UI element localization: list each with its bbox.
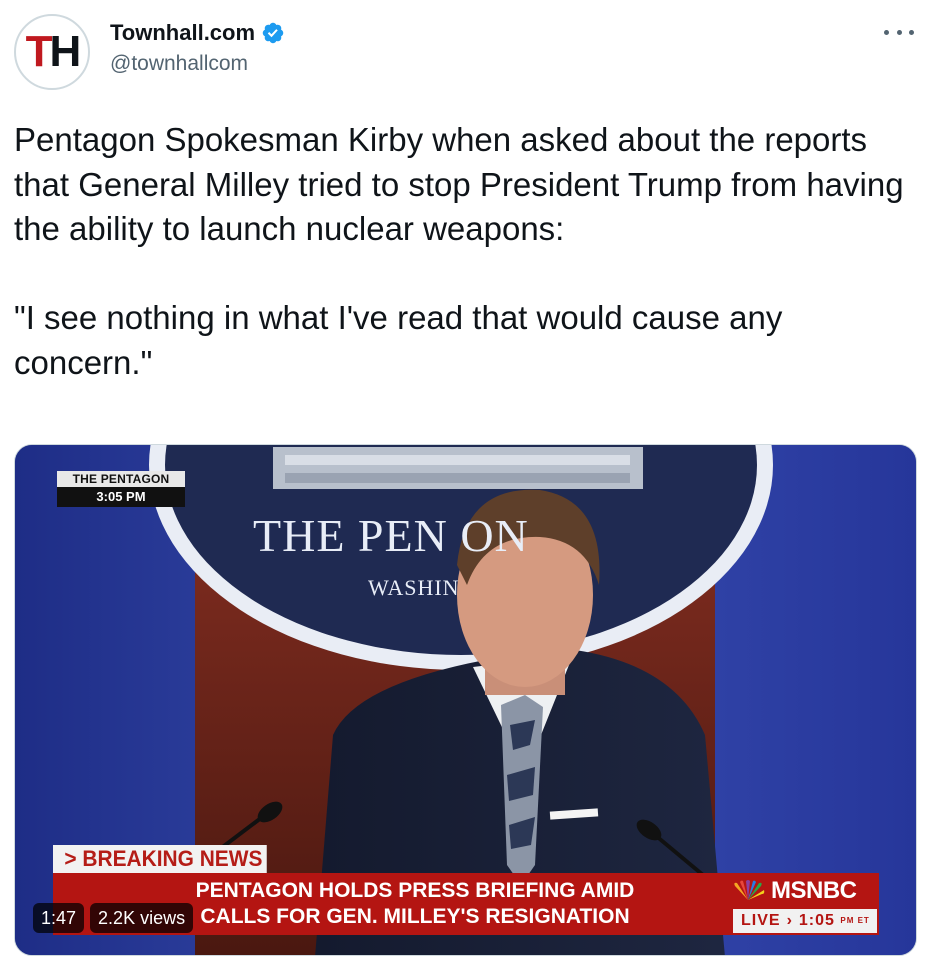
breaking-news-label: > BREAKING NEWS (53, 845, 267, 873)
avatar[interactable]: TH (14, 14, 90, 90)
dot-icon (909, 29, 914, 35)
seal-title: THE PEN ON (253, 510, 529, 561)
live-indicator: LIVE › 1:05 PM ET (733, 909, 877, 933)
display-name[interactable]: Townhall.com (110, 20, 255, 46)
ticker-headline: PENTAGON HOLDS PRESS BRIEFING AMID CALLS… (135, 873, 695, 930)
video-player[interactable]: THE PENTAGON 3:05 PM THE PEN ON WASHIN >… (14, 444, 917, 956)
view-count: 2.2K views (90, 903, 194, 933)
network-logo: MSNBC (731, 877, 876, 905)
video-duration: 1:47 (33, 903, 85, 933)
more-options-icon[interactable] (884, 22, 914, 42)
chevron-right-icon: › (786, 912, 793, 929)
peacock-icon (734, 880, 765, 900)
author-name-row: Townhall.com (110, 20, 285, 46)
network-name: MSNBC (771, 877, 857, 904)
tweet-text: Pentagon Spokesman Kirby when asked abou… (14, 121, 904, 381)
dot-icon (896, 29, 902, 35)
live-timezone: PM ET (840, 916, 870, 925)
location-bug: THE PENTAGON 3:05 PM (57, 471, 185, 509)
seal-subtitle: WASHIN (368, 575, 460, 600)
headline-line-1: PENTAGON HOLDS PRESS BRIEFING AMID (195, 879, 635, 902)
verified-badge-icon (262, 22, 284, 44)
avatar-letter-h: H (49, 27, 82, 76)
headline-line-2: CALLS FOR GEN. MILLEY'S RESIGNATION (200, 905, 630, 928)
location-label: THE PENTAGON (57, 471, 185, 487)
video-stats: 1:47 2.2K views (33, 903, 194, 933)
live-time: 1:05 (798, 912, 835, 929)
avatar-letter-t: T (25, 27, 53, 76)
dot-icon (884, 29, 889, 35)
live-label: LIVE (741, 912, 781, 929)
location-time: 3:05 PM (57, 487, 185, 507)
handle[interactable]: @townhallcom (110, 52, 248, 76)
